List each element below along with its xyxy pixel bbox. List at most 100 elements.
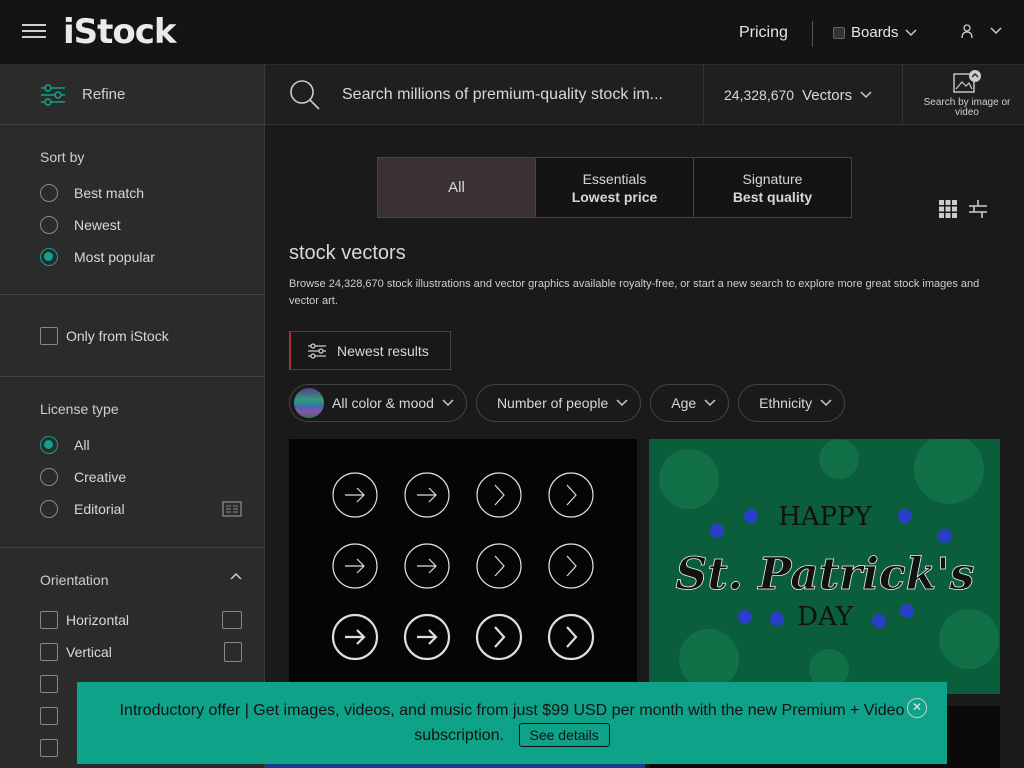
license-title: License type: [40, 401, 119, 417]
ethnicity-filter[interactable]: Ethnicity: [738, 384, 846, 422]
view-toggle: [938, 199, 988, 219]
search-icon[interactable]: [289, 79, 321, 111]
see-details-button[interactable]: See details: [518, 723, 610, 747]
arrow-icon: [403, 613, 451, 661]
chevron-down-icon: [820, 399, 832, 407]
license-option-creative[interactable]: Creative: [40, 461, 264, 493]
top-navigation-bar: iStock Pricing Boards: [0, 0, 1024, 65]
chevron-down-icon: [616, 399, 628, 407]
orientation-header[interactable]: Orientation: [40, 572, 264, 588]
pricing-link[interactable]: Pricing: [739, 24, 788, 42]
radio-button-selected[interactable]: [40, 436, 58, 454]
arrow-icon: [476, 543, 522, 589]
sort-option-newest[interactable]: Newest: [40, 209, 264, 241]
search-by-image-label: Search by image or video: [923, 97, 1011, 118]
filter-chips: All color & mood Number of people Age Et…: [289, 384, 846, 422]
arrow-icon: [548, 543, 594, 589]
arrow-icon: [332, 472, 378, 518]
orientation-title: Orientation: [40, 572, 109, 588]
tier-signature[interactable]: Signature Best quality: [694, 158, 851, 217]
arrow-icon: [404, 543, 450, 589]
arrow-icon: [476, 472, 522, 518]
arrow-icon: [331, 613, 379, 661]
checkbox[interactable]: [40, 739, 58, 757]
chip-label: All color & mood: [332, 395, 434, 411]
arrow-icon: [548, 472, 594, 518]
tier-all[interactable]: All: [378, 158, 536, 217]
asset-type-dropdown[interactable]: 24,328,670 Vectors: [703, 65, 903, 125]
page-title: stock vectors: [289, 242, 406, 264]
account-menu[interactable]: [960, 23, 1002, 39]
chevron-down-icon: [704, 399, 716, 407]
license-label: All: [74, 437, 90, 453]
license-label: Creative: [74, 469, 127, 485]
boards-menu[interactable]: Boards: [833, 24, 917, 41]
checkbox[interactable]: [40, 643, 58, 661]
license-section: License type All Creative Editorial: [0, 377, 264, 548]
asset-type-label: Vectors: [802, 86, 853, 104]
chevron-down-icon: [990, 27, 1002, 35]
boards-icon: [833, 26, 845, 39]
vertical-orientation-icon: [224, 642, 242, 662]
thumbnail-text-day: DAY: [797, 602, 854, 632]
radio-button[interactable]: [40, 500, 58, 518]
radio-button-selected[interactable]: [40, 248, 58, 266]
chevron-down-icon: [442, 399, 454, 407]
header-divider: [812, 21, 813, 47]
istock-logo[interactable]: iStock: [63, 12, 177, 52]
arrow-icon: [332, 543, 378, 589]
sort-label: Best match: [74, 185, 145, 201]
sort-option-best-match[interactable]: Best match: [40, 177, 264, 209]
page-description: Browse 24,328,670 stock illustrations an…: [289, 278, 980, 307]
search-input[interactable]: Search millions of premium-quality stock…: [342, 86, 692, 104]
close-icon[interactable]: ✕: [907, 698, 927, 718]
number-of-people-filter[interactable]: Number of people: [475, 384, 642, 422]
orientation-label: Horizontal: [66, 612, 130, 628]
age-filter[interactable]: Age: [650, 384, 730, 422]
orientation-label: Vertical: [66, 644, 112, 660]
radio-button[interactable]: [40, 184, 58, 202]
tier-sublabel: Best quality: [732, 188, 813, 205]
radio-button[interactable]: [40, 216, 58, 234]
orientation-horizontal[interactable]: Horizontal: [40, 604, 264, 636]
tier-label: All: [448, 179, 465, 196]
st-patricks-illustration: HAPPY St. Patrick's DAY: [649, 439, 1000, 694]
refine-header[interactable]: Refine: [0, 65, 264, 125]
grid-view-icon[interactable]: [938, 199, 958, 219]
promo-banner: Introductory offer | Get images, videos,…: [77, 682, 947, 764]
sort-option-most-popular[interactable]: Most popular: [40, 241, 264, 273]
license-option-all[interactable]: All: [40, 429, 264, 461]
mosaic-view-icon[interactable]: [968, 199, 988, 219]
result-count: 24,328,670: [724, 87, 795, 103]
menu-icon[interactable]: [22, 24, 46, 42]
editorial-icon: [222, 501, 242, 517]
sort-label: Most popular: [74, 249, 155, 265]
chip-label: Ethnicity: [759, 395, 813, 411]
sliders-icon: [308, 342, 326, 359]
sort-title: Sort by: [40, 149, 85, 165]
only-from-istock-checkbox[interactable]: Only from iStock: [40, 320, 264, 352]
orientation-vertical[interactable]: Vertical: [40, 636, 264, 668]
checkbox[interactable]: [40, 675, 58, 693]
arrow-icon: [547, 613, 595, 661]
license-option-editorial[interactable]: Editorial: [40, 493, 264, 525]
newest-results-button[interactable]: Newest results: [289, 331, 451, 370]
newest-results-label: Newest results: [337, 342, 429, 359]
radio-button[interactable]: [40, 468, 58, 486]
result-thumbnail-st-patricks[interactable]: HAPPY St. Patrick's DAY: [649, 439, 1000, 694]
content-tier-toggle: All Essentials Lowest price Signature Best…: [377, 157, 852, 218]
color-mood-filter[interactable]: All color & mood: [289, 384, 467, 422]
user-icon: [961, 24, 973, 39]
checkbox[interactable]: [40, 611, 58, 629]
result-thumbnail-arrow-icons[interactable]: [289, 439, 637, 689]
search-by-image-button[interactable]: Search by image or video: [917, 69, 1017, 118]
tier-essentials[interactable]: Essentials Lowest price: [536, 158, 694, 217]
color-swatch-icon: [294, 388, 324, 418]
sliders-icon: [41, 83, 65, 106]
horizontal-orientation-icon: [222, 611, 242, 629]
checkbox[interactable]: [40, 707, 58, 725]
checkbox-label: Only from iStock: [66, 328, 169, 344]
tier-label: Essentials: [582, 170, 647, 187]
checkbox[interactable]: [40, 327, 58, 345]
sort-label: Newest: [74, 217, 121, 233]
